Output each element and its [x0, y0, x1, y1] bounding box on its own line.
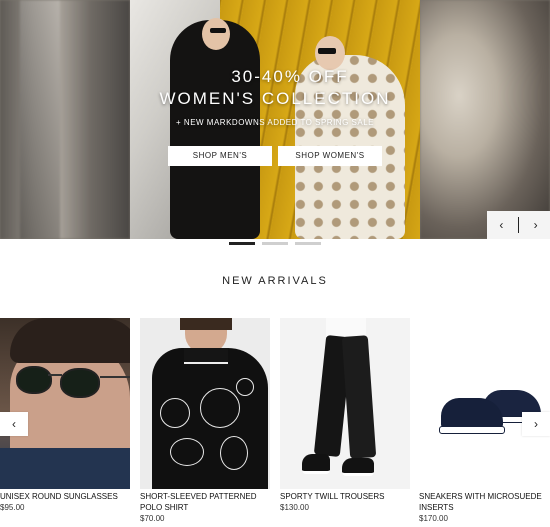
- nav-divider: [517, 217, 519, 233]
- carousel-prev-chevron-left-icon[interactable]: ‹: [0, 412, 28, 436]
- hero-headline: 30-40% OFF: [231, 67, 349, 86]
- product-price: $170.00: [419, 514, 448, 523]
- product-price: $130.00: [280, 503, 309, 512]
- product-card[interactable]: SPORTY TWILL TROUSERS $130.00: [280, 318, 410, 527]
- hero-text-block: 30-40% OFF WOMEN'S COLLECTION + NEW MARK…: [130, 66, 420, 127]
- product-carousel: UNISEX ROUND SUNGLASSES $95.00 SHORT-SLE…: [0, 318, 550, 527]
- chevron-left-icon[interactable]: ‹: [489, 211, 513, 239]
- trousers-image[interactable]: [280, 318, 410, 489]
- slide-indicator-1[interactable]: [229, 242, 255, 245]
- polo-shirt-image[interactable]: [140, 318, 270, 489]
- shop-mens-button[interactable]: SHOP MEN'S: [168, 146, 272, 166]
- shop-womens-button[interactable]: SHOP WOMEN'S: [278, 146, 382, 166]
- hero-cta-group: SHOP MEN'S SHOP WOMEN'S: [168, 146, 382, 166]
- product-name[interactable]: SPORTY TWILL TROUSERS: [280, 491, 415, 502]
- model-figure-left: [170, 20, 260, 239]
- hero-subhead: WOMEN'S COLLECTION: [159, 89, 391, 108]
- hero-next-slide-preview: [420, 0, 550, 239]
- sneakers-image[interactable]: [419, 318, 549, 489]
- hero-banner: 30-40% OFF WOMEN'S COLLECTION + NEW MARK…: [0, 0, 550, 239]
- product-card[interactable]: SHORT-SLEEVED PATTERNED POLO SHIRT $70.0…: [140, 318, 270, 527]
- slide-indicators: [229, 242, 321, 245]
- product-name[interactable]: SHORT-SLEEVED PATTERNED POLO SHIRT: [140, 491, 275, 513]
- hero-tagline: + NEW MARKDOWNS ADDED TO SPRING SALE: [176, 118, 374, 127]
- slide-indicator-2[interactable]: [262, 242, 288, 245]
- product-name[interactable]: SNEAKERS WITH MICROSUEDE INSERTS: [419, 491, 550, 513]
- section-title-new-arrivals: NEW ARRIVALS: [222, 275, 328, 287]
- product-name[interactable]: UNISEX ROUND SUNGLASSES: [0, 491, 135, 502]
- product-price: $70.00: [140, 514, 165, 523]
- carousel-next-chevron-right-icon[interactable]: ›: [522, 412, 550, 436]
- hero-prev-slide-preview: [0, 0, 130, 239]
- sunglasses-image[interactable]: [0, 318, 130, 489]
- slide-indicator-3[interactable]: [295, 242, 321, 245]
- hero-slider-controls: ‹ ›: [487, 211, 550, 239]
- product-price: $95.00: [0, 503, 25, 512]
- chevron-right-icon[interactable]: ›: [524, 211, 548, 239]
